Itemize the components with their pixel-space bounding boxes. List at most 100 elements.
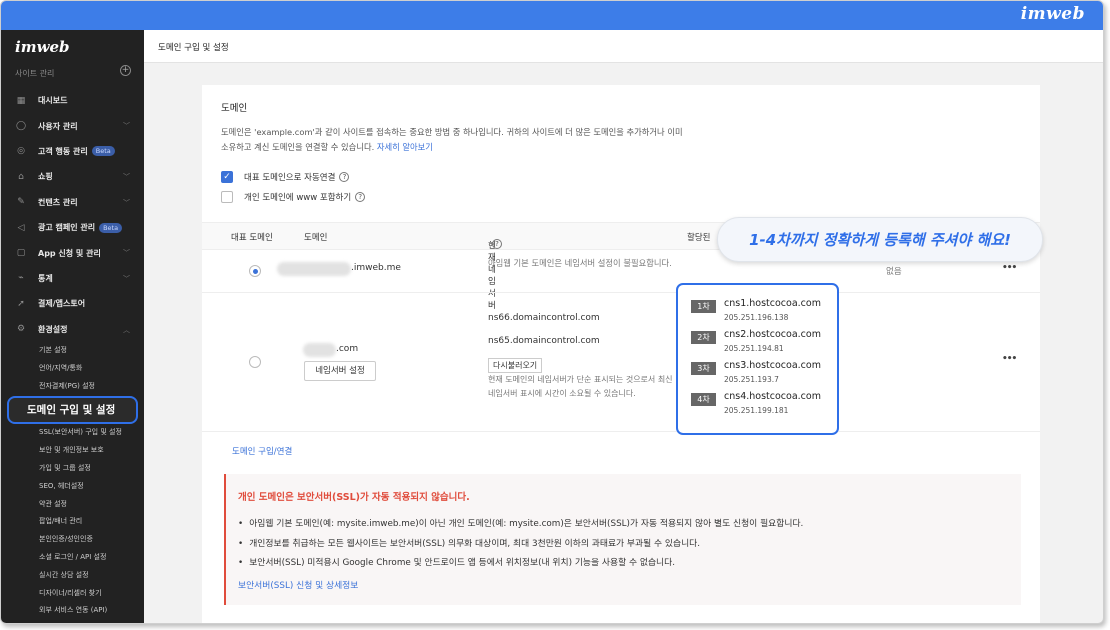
row-more-icon[interactable]: •••: [1002, 263, 1017, 273]
submenu-item[interactable]: 외부 서비스 연동 (API): [1, 602, 144, 620]
sidebar-item-label: 사용자 관리: [38, 121, 78, 131]
ns-ip: 205.251.193.7: [724, 375, 779, 384]
auto-connect-label: 대표 도메인으로 자동연결: [244, 173, 336, 183]
brand-logo: imweb: [1020, 4, 1085, 24]
user-icon: ◯: [15, 121, 27, 132]
sidebar-item-label: 쇼핑: [38, 172, 53, 182]
beta-badge: Beta: [99, 222, 123, 233]
sidebar-item[interactable]: ✎ 컨텐츠 관리 ﹀: [1, 190, 144, 215]
submenu-item[interactable]: SEO, 헤더설정: [1, 478, 144, 496]
include-www-label: 개인 도메인에 www 포함하기: [244, 193, 352, 203]
assigned-nameservers-box: 1차 cns1.hostcocoa.com 205.251.196.138 2차…: [676, 283, 839, 435]
checkbox-unchecked-icon[interactable]: [221, 191, 233, 203]
submenu-item[interactable]: 디자이너/리셀러 찾기: [1, 585, 144, 603]
sidebar-item-label: App 신청 및 관리: [38, 248, 101, 258]
sidebar-item[interactable]: ➚ 결제/앱스토어: [1, 291, 144, 316]
learn-more-link[interactable]: 자세히 알아보기: [377, 142, 433, 152]
chevron-down-icon: ﹀: [123, 274, 130, 283]
help-icon[interactable]: ?: [492, 239, 502, 249]
ns-host: cns1.hostcocoa.com: [724, 298, 821, 309]
sidebar-item[interactable]: ◎ 고객 행동 관리 Beta: [1, 139, 144, 164]
site-manage-section: 사이트 관리 +: [15, 65, 131, 79]
submenu-item[interactable]: 언어/지역/통화: [1, 360, 144, 378]
chevron-down-icon: ﹀: [123, 173, 130, 182]
add-site-icon[interactable]: +: [120, 65, 131, 76]
ns-order-badge: 1차: [691, 300, 716, 313]
row-more-icon[interactable]: •••: [1002, 354, 1017, 364]
gear-icon: ⚙: [16, 324, 26, 335]
edit-icon: ✎: [17, 197, 25, 208]
submenu-item-selected[interactable]: 도메인 구입 및 설정: [7, 396, 138, 425]
nameserver-settings-button[interactable]: 네임서버 설정: [304, 361, 376, 381]
description-text: 도메인은 'example.com'과 같이 사이트를 접속하는 중요한 방법 …: [221, 127, 683, 152]
domain-name: .imweb.me: [351, 263, 401, 273]
site-manage-label: 사이트 관리: [15, 69, 55, 78]
submenu-item[interactable]: 가입 및 그룹 설정: [1, 460, 144, 478]
include-www-checkbox[interactable]: 개인 도메인에 www 포함하기 ?: [221, 191, 366, 203]
current-ns-2: ns65.domaincontrol.com: [488, 336, 600, 346]
sidebar-item[interactable]: ◁ 광고 캠페인 관리 Beta: [1, 215, 144, 240]
card-title: 도메인: [221, 103, 248, 114]
domain-row-custom: .com 네임서버 설정 ns66.domaincontrol.com ns65…: [202, 293, 1040, 432]
target-icon: ◎: [17, 146, 25, 157]
col-assigned: 할당된: [687, 233, 711, 243]
chevron-down-icon: ︿: [123, 325, 130, 334]
submenu-item[interactable]: 보안 및 개인정보 보호: [1, 442, 144, 460]
beta-badge: Beta: [91, 146, 115, 157]
chevron-down-icon: ﹀: [123, 249, 130, 258]
sidebar-item[interactable]: ⌁ 통계 ﹀: [1, 266, 144, 291]
sidebar-item-label: 광고 캠페인 관리: [38, 223, 96, 233]
submenu-item[interactable]: 팝업/배너 관리: [1, 513, 144, 531]
col-primary: 대표 도메인: [231, 233, 273, 243]
submenu-item[interactable]: SSL(보안서버) 구입 및 설정: [1, 424, 144, 442]
ssl-info-link[interactable]: 보안서버(SSL) 신청 및 상세정보: [238, 578, 358, 591]
submenu-item[interactable]: 소셜 로그인 / API 설정: [1, 549, 144, 567]
chevron-down-icon: ﹀: [123, 198, 130, 207]
domain-name: .com: [336, 344, 359, 354]
card-description: 도메인은 'example.com'과 같이 사이트를 접속하는 중요한 방법 …: [221, 125, 689, 155]
nameserver-note: 아임웹 기본 도메인은 네임서버 설정이 불필요합니다.: [488, 258, 672, 268]
sidebar-logo[interactable]: imweb: [15, 38, 70, 56]
auto-connect-checkbox[interactable]: ✓ 대표 도메인으로 자동연결 ?: [221, 171, 350, 183]
dashboard-icon: ▦: [16, 95, 26, 106]
col-domain: 도메인: [304, 233, 328, 243]
page-header: 도메인 구입 및 설정: [144, 30, 1103, 63]
sidebar-item-label: 통계: [38, 273, 53, 283]
checkbox-checked-icon[interactable]: ✓: [221, 171, 233, 183]
rocket-icon: ➚: [17, 298, 25, 309]
buy-domain-link[interactable]: 도메인 구입/연결: [232, 445, 292, 457]
ns-ip: 205.251.199.181: [724, 406, 789, 415]
ns-order-badge: 2차: [691, 331, 716, 344]
ns-host: cns4.hostcocoa.com: [724, 391, 821, 402]
primary-radio-selected[interactable]: [249, 265, 261, 277]
warning-title: 개인 도메인은 보안서버(SSL)가 자동 적용되지 않습니다.: [238, 492, 470, 503]
ns-ip: 205.251.194.81: [724, 344, 784, 353]
settings-submenu: 기본 설정 언어/지역/통화 전자결제(PG) 설정 도메인 구입 및 설정 SSL(보…: [1, 342, 144, 620]
warning-item: 보안서버(SSL) 미적용시 Google Chrome 및 안드로이드 앱 등…: [238, 554, 803, 574]
sidebar-item[interactable]: ⚙ 환경설정 ︿: [1, 317, 144, 342]
sidebar-item-label: 고객 행동 관리: [38, 146, 88, 156]
warning-list: 아임웹 기본 도메인(예: mysite.imweb.me)이 아닌 개인 도메…: [238, 515, 803, 574]
sidebar-item[interactable]: ⌂ 쇼핑 ﹀: [1, 164, 144, 189]
ns-ip: 205.251.196.138: [724, 313, 789, 322]
sidebar-item[interactable]: ▢ App 신청 및 관리 ﹀: [1, 240, 144, 265]
help-icon[interactable]: ?: [339, 172, 350, 182]
submenu-item[interactable]: 실시간 상담 설정: [1, 567, 144, 585]
submenu-item[interactable]: 본인인증/성인인증: [1, 531, 144, 549]
ns-order-badge: 4차: [691, 393, 716, 406]
help-icon[interactable]: ?: [355, 192, 366, 202]
reload-button[interactable]: 다시불러오기: [488, 358, 543, 373]
submenu-item[interactable]: 약관 설정: [1, 496, 144, 514]
submenu-item[interactable]: 전자결제(PG) 설정: [1, 378, 144, 396]
submenu-item[interactable]: 기본 설정: [1, 342, 144, 360]
sidebar-item-label: 대시보드: [38, 96, 68, 106]
primary-radio[interactable]: [249, 356, 261, 368]
ssl-warning: 개인 도메인은 보안서버(SSL)가 자동 적용되지 않습니다. 아임웹 기본 …: [224, 474, 1021, 605]
sidebar-item[interactable]: ◯ 사용자 관리 ﹀: [1, 113, 144, 138]
page-title: 도메인 구입 및 설정: [158, 43, 229, 53]
warning-item: 아임웹 기본 도메인(예: mysite.imweb.me)이 아닌 개인 도메…: [238, 515, 803, 535]
ns-host: cns2.hostcocoa.com: [724, 329, 821, 340]
sidebar-item[interactable]: ▦ 대시보드: [1, 88, 144, 113]
app-window: imweb imweb 사이트 관리 + ▦ 대시보드 ◯ 사용자 관리 ﹀ ◎ 고객 행동…: [0, 0, 1104, 624]
blurred-domain: [303, 343, 336, 357]
